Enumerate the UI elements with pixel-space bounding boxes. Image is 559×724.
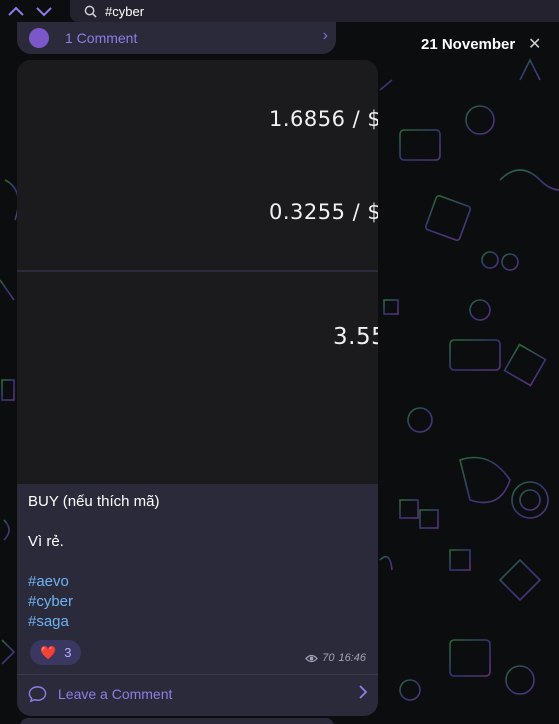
eye-icon (305, 654, 319, 662)
message-line: BUY (nếu thích mã) (28, 493, 160, 510)
date-label: 21 November (421, 36, 516, 53)
message-text: BUY (nếu thích mã) Vì rẻ. #aevo #cyber #… (28, 492, 368, 632)
image-price-line-2: 0.3255 / $0 (269, 200, 378, 224)
image-price-line-1: 1.6856 / $1 (269, 107, 378, 131)
close-icon[interactable]: ✕ (528, 34, 541, 54)
image-price-line-3: 3.55 (333, 324, 378, 350)
leave-comment-button[interactable]: Leave a Comment (28, 682, 368, 706)
previous-message-comments[interactable]: 1 Comment › (17, 22, 336, 54)
previous-result-button[interactable] (2, 0, 30, 22)
message-line: Vì rẻ. (28, 533, 64, 550)
chevron-up-icon (8, 6, 24, 16)
hashtag-link[interactable]: #cyber (28, 592, 368, 612)
message-line (28, 512, 368, 532)
message-meta: 70 16:46 (305, 652, 366, 664)
avatar (29, 28, 49, 48)
next-message-bubble (20, 718, 334, 724)
comment-icon (28, 686, 47, 703)
message-image[interactable]: 1.6856 / $1 0.3255 / $0 (17, 60, 378, 270)
message-time: 16:46 (338, 652, 366, 664)
chevron-right-icon (359, 685, 368, 699)
comment-count-label: 1 Comment (65, 30, 138, 46)
message-line (28, 552, 368, 572)
hashtag-link[interactable]: #saga (28, 612, 368, 632)
message-bubble: 1.6856 / $1 0.3255 / $0 3.55 BUY (nếu th… (17, 60, 378, 716)
reaction-badge[interactable]: ❤️ 3 (30, 640, 82, 665)
divider (17, 674, 378, 675)
message-image[interactable]: 3.55 (17, 272, 378, 484)
heart-icon: ❤️ (40, 644, 57, 660)
search-field[interactable] (70, 0, 559, 22)
reaction-count: 3 (64, 645, 72, 660)
chevron-down-icon (36, 7, 52, 17)
hashtag-link[interactable]: #aevo (28, 572, 368, 592)
search-icon (84, 5, 97, 18)
chevron-right-icon: › (322, 27, 328, 44)
leave-comment-label: Leave a Comment (58, 686, 173, 702)
next-result-button[interactable] (30, 0, 58, 22)
search-bar (0, 0, 559, 22)
view-count: 70 (322, 652, 335, 664)
search-input[interactable] (105, 3, 405, 19)
